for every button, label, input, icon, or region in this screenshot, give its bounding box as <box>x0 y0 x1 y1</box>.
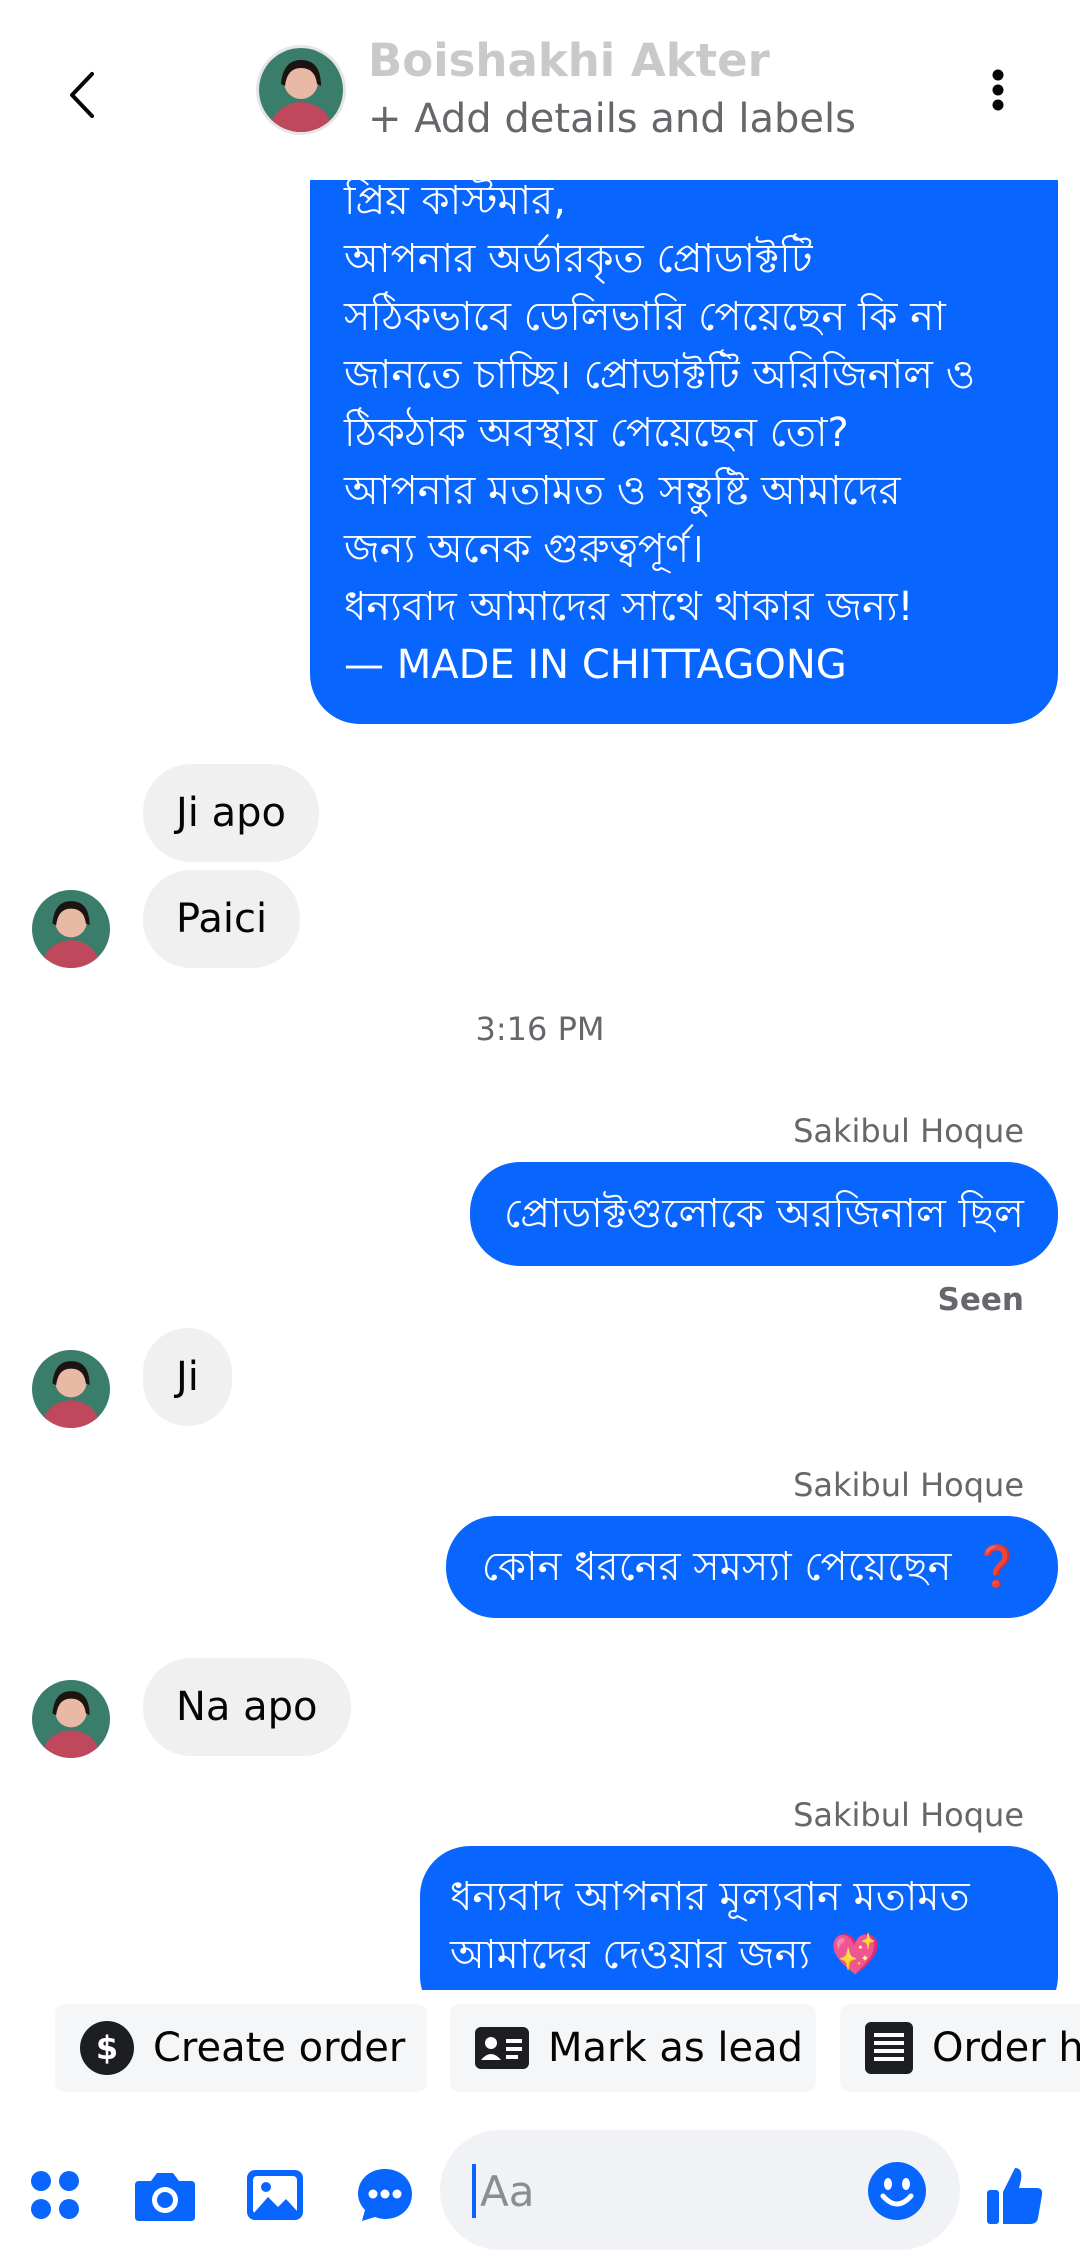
create-order-label: Create order <box>153 2025 406 2071</box>
emoji-button[interactable] <box>866 2160 928 2222</box>
contact-avatar-small <box>32 1350 110 1428</box>
message-input-container <box>440 2130 960 2250</box>
message-line: ঠিকঠাক অবস্থায় পেয়েছেন তো? <box>344 410 849 456</box>
like-button[interactable] <box>980 2160 1050 2230</box>
message-text: কোন ধরনের সমস্যা পেয়েছেন <box>481 1544 952 1590</box>
apps-grid-icon <box>31 2171 79 2219</box>
svg-text:$: $ <box>96 2029 118 2067</box>
contact-name[interactable]: Boishakhi Akter <box>368 34 770 87</box>
message-line: জন্য অনেক গুরুত্বপূর্ণ। <box>344 526 704 572</box>
order-history-button[interactable]: Order h <box>840 2004 1080 2092</box>
message-line: ধন্যবাদ আপনার মূল্যবান মতামত <box>450 1874 970 1920</box>
apps-button[interactable] <box>20 2160 90 2230</box>
incoming-message[interactable]: Ji apo <box>143 764 319 862</box>
create-order-button[interactable]: $ Create order <box>55 2004 427 2092</box>
seen-receipt: Seen <box>937 1282 1024 1318</box>
sender-name: Sakibul Hoque <box>793 1466 1024 1504</box>
sender-name: Sakibul Hoque <box>793 1112 1024 1150</box>
mark-as-lead-label: Mark as lead <box>548 2025 804 2071</box>
chat-bubble-icon <box>358 2169 412 2221</box>
chevron-left-icon <box>70 72 94 118</box>
quick-actions-bar: $ Create order Mark as lead Order h <box>0 1990 1080 2120</box>
camera-button[interactable] <box>130 2160 200 2230</box>
smiley-icon <box>868 2162 926 2220</box>
sender-name: Sakibul Hoque <box>793 1796 1024 1834</box>
message-line: জানতে চাচ্ছি। প্রোডাক্টটি অরিজিনাল ও <box>344 352 976 398</box>
back-button[interactable] <box>48 62 114 128</box>
dollar-icon: $ <box>79 2020 135 2076</box>
more-vertical-icon <box>992 69 1004 111</box>
text-caret <box>472 2164 476 2218</box>
outgoing-message[interactable]: কোন ধরনের সমস্যা পেয়েছেন ❓ <box>445 1516 1058 1618</box>
contact-avatar-small <box>32 890 110 968</box>
incoming-message[interactable]: Ji <box>143 1328 232 1426</box>
conversation-header: Boishakhi Akter + Add details and labels <box>0 0 1080 180</box>
thumbs-up-icon <box>987 2168 1043 2224</box>
message-line: আপনার অর্ডারকৃত প্রোডাক্টটি <box>344 236 813 282</box>
message-timestamp: 3:16 PM <box>475 1010 605 1048</box>
more-options-button[interactable] <box>966 58 1030 122</box>
gallery-icon <box>247 2170 303 2220</box>
outgoing-message[interactable]: প্রোডাক্টগুলোকে অরজিনাল ছিল <box>470 1162 1058 1266</box>
camera-icon <box>135 2173 195 2221</box>
chat-button[interactable] <box>350 2160 420 2230</box>
contact-avatar[interactable] <box>256 45 346 135</box>
order-history-label: Order h <box>932 2025 1080 2071</box>
outgoing-message[interactable]: প্রিয় কাস্টমার, আপনার অর্ডারকৃত প্রোডাক… <box>310 150 1058 724</box>
question-mark-emoji: ❓ <box>972 1544 1022 1590</box>
add-details-link[interactable]: + Add details and labels <box>368 96 856 142</box>
message-line: সঠিকভাবে ডেলিভারি পেয়েছেন কি না <box>344 294 946 340</box>
contact-avatar-small <box>32 1680 110 1758</box>
receipt-icon <box>864 2021 914 2075</box>
message-composer <box>0 2120 1080 2266</box>
incoming-message[interactable]: Paici <box>143 870 301 968</box>
id-card-icon <box>474 2026 530 2070</box>
heart-emoji: 💖 <box>830 1932 881 1978</box>
message-line: — MADE IN CHITTAGONG <box>344 642 847 688</box>
mark-as-lead-button[interactable]: Mark as lead <box>450 2004 816 2092</box>
message-line: প্রিয় কাস্টমার, <box>344 178 566 224</box>
message-line: আমাদের দেওয়ার জন্য <box>450 1932 811 1978</box>
message-thread: প্রিয় কাস্টমার, আপনার অর্ডারকৃত প্রোডাক… <box>0 0 1080 2026</box>
gallery-button[interactable] <box>240 2160 310 2230</box>
message-line: ধন্যবাদ আমাদের সাথে থাকার জন্য! <box>344 584 914 630</box>
incoming-message[interactable]: Na apo <box>143 1658 351 1756</box>
message-input[interactable] <box>478 2150 862 2232</box>
message-line: আপনার মতামত ও সন্তুষ্টি আমাদের <box>344 468 901 514</box>
